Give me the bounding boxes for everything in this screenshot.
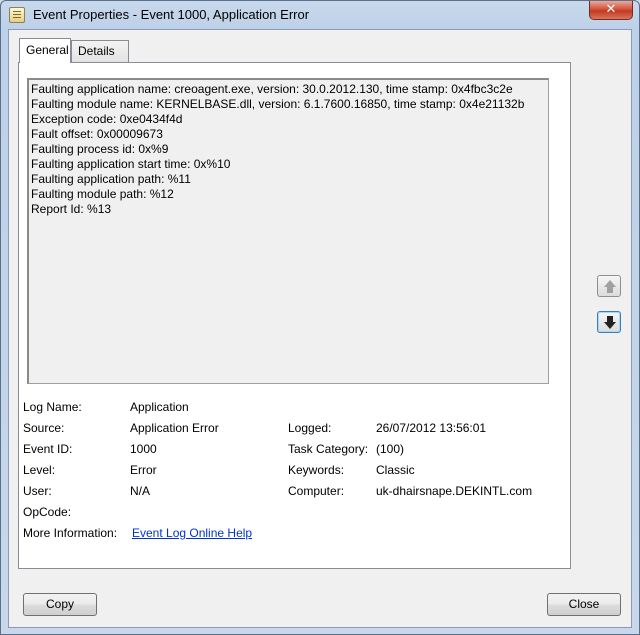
- event-id-label: Event ID:: [23, 442, 73, 456]
- next-event-button[interactable]: [597, 311, 621, 333]
- event-log-online-help-link[interactable]: Event Log Online Help: [132, 526, 252, 540]
- event-id-value: 1000: [130, 442, 157, 456]
- description-line: Faulting application name: creoagent.exe…: [31, 82, 513, 96]
- close-icon: ✕: [605, 2, 617, 17]
- user-value: N/A: [130, 484, 151, 498]
- level-label: Level:: [23, 463, 56, 477]
- source-value: Application Error: [130, 421, 219, 435]
- description-line: Faulting module name: KERNELBASE.dll, ve…: [31, 97, 525, 111]
- copy-button[interactable]: Copy: [23, 593, 97, 616]
- keywords-value: Classic: [376, 463, 415, 477]
- logged-label: Logged:: [288, 421, 332, 435]
- log-name-value: Application: [130, 400, 189, 414]
- log-name-label: Log Name:: [23, 400, 82, 414]
- description-line: Exception code: 0xe0434f4d: [31, 112, 183, 126]
- keywords-label: Keywords:: [288, 463, 345, 477]
- description-line: Faulting module path: %12: [31, 187, 174, 201]
- logged-value: 26/07/2012 13:56:01: [376, 421, 487, 435]
- more-information-label: More Information:: [23, 526, 118, 540]
- window-close-button[interactable]: ✕: [589, 1, 633, 20]
- window-title: Event Properties - Event 1000, Applicati…: [33, 7, 310, 22]
- source-label: Source:: [23, 421, 65, 435]
- event-viewer-icon: [9, 7, 25, 23]
- description-line: Faulting process id: 0x%9: [31, 142, 169, 156]
- close-button[interactable]: Close: [547, 593, 621, 616]
- description-line: Faulting application start time: 0x%10: [31, 157, 231, 171]
- event-description-box[interactable]: Faulting application name: creoagent.exe…: [27, 78, 549, 384]
- general-tab-panel: Faulting application name: creoagent.exe…: [18, 62, 571, 569]
- tab-details[interactable]: Details: [71, 40, 129, 62]
- title-bar[interactable]: Event Properties - Event 1000, Applicati…: [1, 1, 639, 29]
- previous-event-button[interactable]: [597, 275, 621, 297]
- opcode-label: OpCode:: [23, 505, 72, 519]
- computer-value: uk-dhairsnape.DEKINTL.com: [376, 484, 533, 498]
- level-value: Error: [130, 463, 157, 477]
- description-line: Fault offset: 0x00009673: [31, 127, 163, 141]
- event-properties-window: Event Properties - Event 1000, Applicati…: [0, 0, 640, 635]
- computer-label: Computer:: [288, 484, 345, 498]
- description-line: Report Id: %13: [31, 202, 112, 216]
- user-label: User:: [23, 484, 52, 498]
- dialog-body: General Details Faulting application nam…: [8, 29, 632, 628]
- description-line: Faulting application path: %11: [31, 172, 191, 186]
- task-category-label: Task Category:: [288, 442, 369, 456]
- tab-general[interactable]: General: [19, 38, 71, 63]
- task-category-value: (100): [376, 442, 405, 456]
